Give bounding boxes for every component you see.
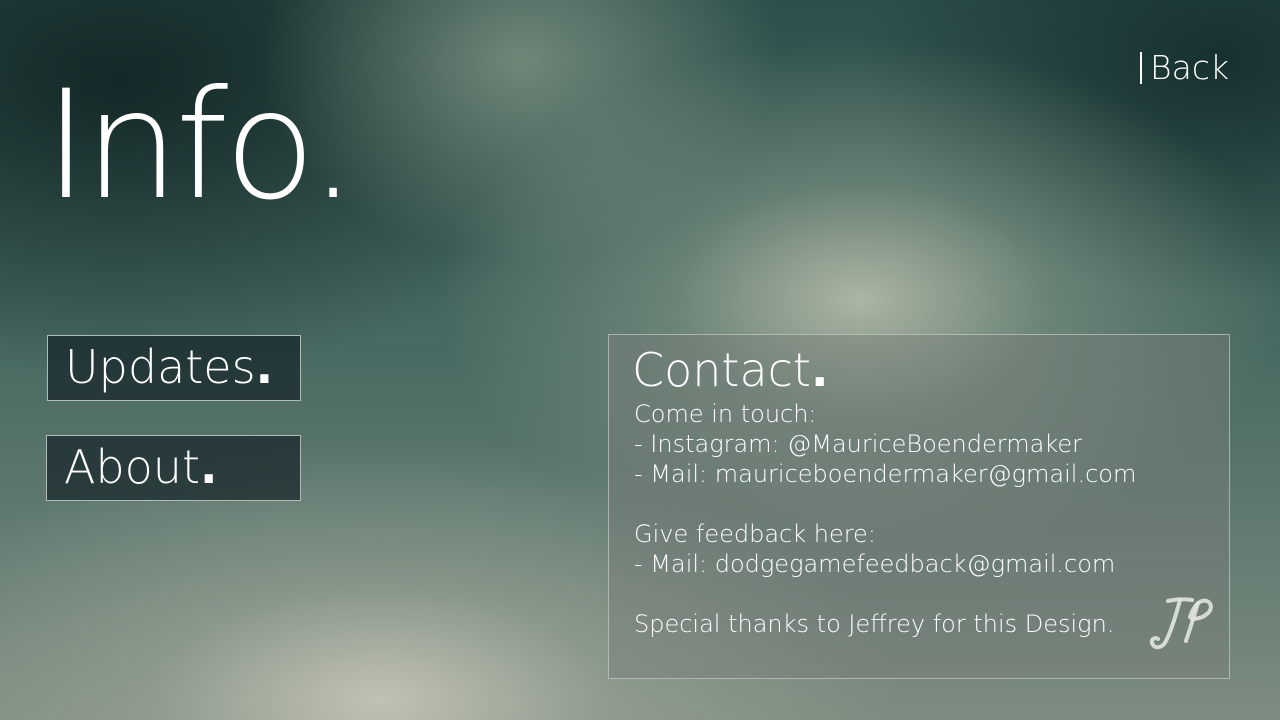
about-button[interactable]: About.	[46, 435, 301, 501]
about-dot: .	[200, 440, 218, 494]
contact-line-come-in-touch: Come in touch:	[634, 400, 817, 428]
contact-line-feedback-heading: Give feedback here:	[634, 520, 876, 548]
about-label: About	[64, 440, 201, 494]
contact-line-instagram: - Instagram: @MauriceBoendermaker	[634, 430, 1082, 458]
updates-dot: .	[255, 340, 274, 394]
contact-title-text: Contact	[632, 343, 811, 397]
updates-label: Updates	[65, 340, 256, 394]
page-title: Info.	[44, 59, 357, 233]
contact-line-blank-1	[634, 489, 1136, 519]
contact-title: Contact.	[632, 341, 828, 399]
contact-line-special-thanks: Special thanks to Jeffrey for this Desig…	[634, 610, 1115, 638]
back-button[interactable]: Back	[1140, 50, 1229, 86]
contact-panel: Contact. Come in touch: - Instagram: @Ma…	[608, 334, 1230, 679]
contact-title-dot: .	[810, 343, 829, 397]
back-label: Back	[1150, 48, 1230, 87]
contact-text: Come in touch: - Instagram: @MauriceBoen…	[634, 399, 1136, 639]
jp-signature-logo	[1149, 597, 1213, 650]
contact-line-blank-2	[634, 579, 1136, 609]
contact-line-mail: - Mail: mauriceboendermaker@gmail.com	[634, 460, 1137, 488]
back-divider	[1140, 52, 1142, 84]
contact-line-feedback-mail: - Mail: dodgegamefeedback@gmail.com	[634, 550, 1116, 578]
updates-button[interactable]: Updates.	[47, 335, 301, 401]
